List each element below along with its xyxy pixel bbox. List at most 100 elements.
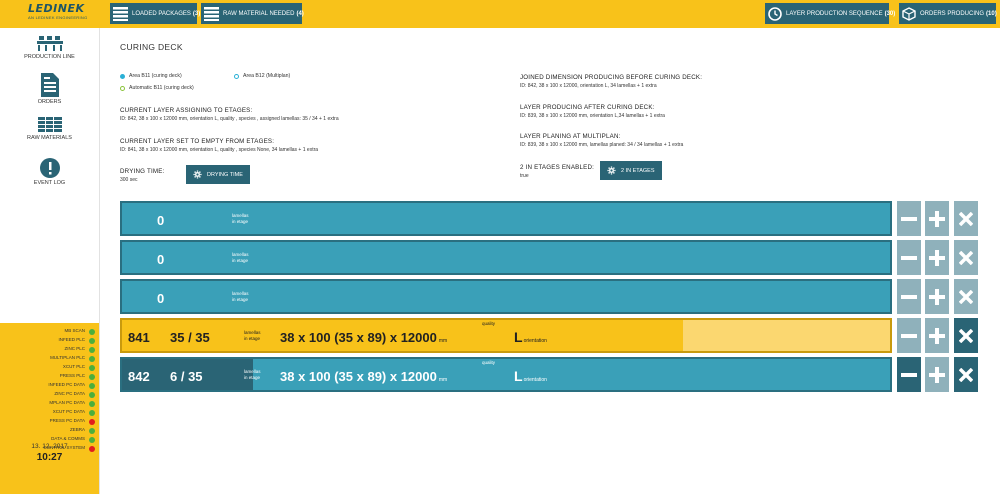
close-icon [959,367,973,382]
plc-label: XCUT PC DATA [52,409,85,414]
plc-status-row: ZINC PLC [0,345,99,354]
clock-icon [768,6,782,21]
loaded-packages-label: LOADED PACKAGES [132,10,191,17]
close-icon [959,211,973,226]
layer-sequence-count: (30) [884,10,896,17]
current-time: 10:27 [36,452,63,463]
plc-label: XCUT PLC [62,364,85,369]
minus-icon [901,333,917,338]
status-indicator [89,329,95,335]
plc-label: PRESS PLC [59,373,85,378]
status-indicator [89,356,95,362]
section-value: ID: 839, 38 x 100 x 12000 mm, orientatio… [520,113,665,119]
plc-status-row: XCUT PC DATA [0,408,99,417]
current-assigning-section: CURRENT LAYER ASSIGNING TO ETAGES: ID: 8… [120,107,339,122]
plc-status-row: INFEED PLC [0,336,99,345]
status-indicator [89,374,95,380]
add-lamella-button[interactable] [925,201,949,236]
sidebar-item-raw-materials[interactable]: RAW MATERIALS [0,117,99,141]
etage-count: 0 [157,291,165,306]
section-value: ID: 839, 38 x 100 x 12000 mm, lamellas p… [520,142,684,148]
plc-label: ZINC PLC [64,346,85,351]
plc-status-row: ZINC PC DATA [0,390,99,399]
plus-icon [929,288,945,305]
add-lamella-button[interactable] [925,318,949,353]
etage-count: 0 [157,213,165,228]
etage-caption: lamellas in etage [244,369,261,380]
plc-label: MB SCAN [64,328,85,333]
plc-label: ZEBRA [69,427,85,432]
clear-etage-button[interactable] [954,279,978,314]
etage-caption: lamellas in etage [232,252,249,263]
add-lamella-button[interactable] [925,357,949,392]
legend-label: Area B11 (curing deck) [129,73,182,79]
list-icon [204,6,219,21]
clear-etage-button[interactable] [954,201,978,236]
top-bar: LEDINEK AN LEDINEK ENGINEERING LOADED PA… [0,0,1000,28]
legend-auto-b11: Automatic B11 (curing deck) [120,85,194,91]
section-heading: 2 IN ETAGES ENABLED: [520,164,595,171]
plc-label: MULTIPLAN PLC [50,355,85,360]
status-indicator [89,410,95,416]
plc-status-row: INFEED PC DATA [0,381,99,390]
minus-icon [901,216,917,221]
status-indicator [89,419,95,425]
sidebar-item-orders[interactable]: ORDERS [0,73,99,105]
clear-etage-button[interactable] [954,318,978,353]
page-title: CURING DECK [120,42,183,52]
loaded-packages-button[interactable]: LOADED PACKAGES (3) [110,3,201,24]
status-indicator [89,401,95,407]
orders-producing-button[interactable]: ORDERS PRODUCING (10) [899,3,997,24]
plc-label: INFEED PLC [58,337,85,342]
etage-count: 0 [157,252,165,267]
add-lamella-button[interactable] [925,279,949,314]
legend-dot [234,73,239,79]
status-indicator [89,347,95,353]
layer-production-sequence-button[interactable]: LAYER PRODUCTION SEQUENCE (30) [765,3,895,24]
etage-orientation: Lorientation [514,368,547,384]
status-indicator [89,383,95,389]
clear-etage-button[interactable] [954,240,978,275]
section-heading: LAYER PLANING AT MULTIPLAN: [520,133,621,140]
etage-count: 6 / 35 [170,369,203,384]
layer-sequence-label: LAYER PRODUCTION SEQUENCE [786,10,883,17]
two-etages-section: 2 IN ETAGES ENABLED: true [520,164,594,179]
sidebar-item-production-line[interactable]: PRODUCTION LINE [0,36,99,60]
brand-subtitle: AN LEDINEK ENGINEERING [28,15,88,20]
gear-icon [193,170,202,179]
remove-lamella-button[interactable] [897,357,921,392]
loaded-packages-count: (3) [192,10,201,17]
sidebar-item-event-log[interactable]: EVENT LOG [0,158,99,186]
plc-status-row: MB SCAN [0,327,99,336]
raw-material-needed-button[interactable]: RAW MATERIAL NEEDED (4) [201,3,304,24]
clear-etage-button[interactable] [954,357,978,392]
logo: LEDINEK AN LEDINEK ENGINEERING [28,3,88,25]
brand-name: LEDINEK [28,2,85,15]
event-log-icon [39,158,60,178]
section-value: 300 sec [120,177,138,183]
legend-dot [120,73,125,79]
remove-lamella-button[interactable] [897,201,921,236]
remove-lamella-button[interactable] [897,318,921,353]
legend-area-b11: Area B11 (curing deck) [120,73,182,79]
status-indicator [89,338,95,344]
remove-lamella-button[interactable] [897,279,921,314]
two-etages-button-label: 2 IN ETAGES [621,167,655,174]
etage-row: 0 lamellas in etage [120,201,892,236]
plc-status-row: MULTIPLAN PLC [0,354,99,363]
drying-time-button[interactable]: DRYING TIME [186,165,250,184]
two-etages-button[interactable]: 2 IN ETAGES [600,161,662,180]
etage-quality-label: quality [482,360,496,365]
add-lamella-button[interactable] [925,240,949,275]
status-indicator [89,428,95,434]
legend-label: Area B12 (Multiplan) [243,73,291,79]
raw-materials-icon [37,117,62,132]
gear-icon [607,166,616,175]
drying-time-button-label: DRYING TIME [207,171,243,178]
section-heading: CURRENT LAYER ASSIGNING TO ETAGES: [120,107,253,114]
remove-lamella-button[interactable] [897,240,921,275]
etage-row: 0 lamellas in etage [120,240,892,275]
etage-caption: lamellas in etage [244,330,261,341]
section-heading: JOINED DIMENSION PRODUCING BEFORE CURING… [520,74,703,81]
sidebar-item-label: ORDERS [37,99,62,105]
